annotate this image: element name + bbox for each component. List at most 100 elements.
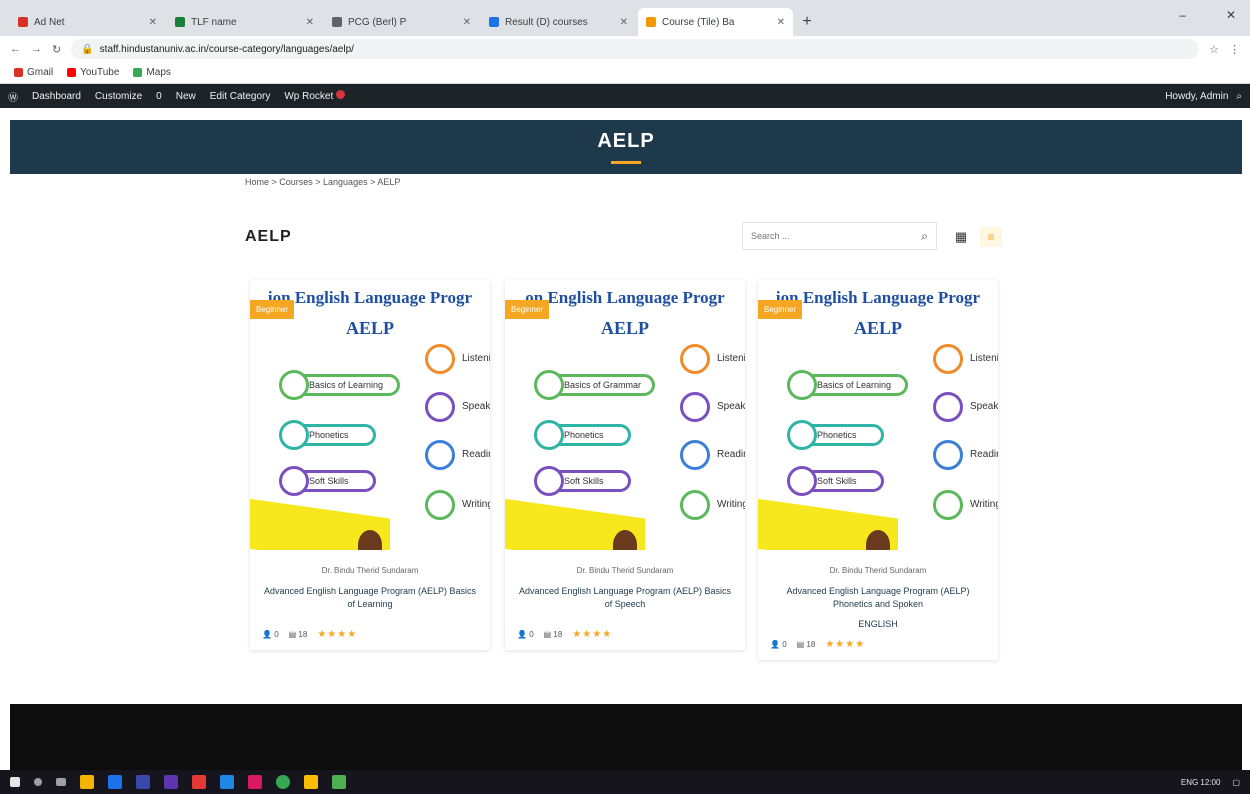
bookmark-label: Gmail — [27, 67, 54, 78]
module-icon — [534, 370, 564, 400]
tab-favicon-icon — [332, 17, 342, 27]
course-card[interactable]: on English Language Progr AELP Beginner … — [505, 280, 745, 650]
breadcrumb[interactable]: Home > Courses > Languages > AELP — [245, 177, 400, 187]
search-taskbar-icon[interactable] — [34, 778, 42, 786]
bookmark-favicon-icon — [133, 68, 143, 77]
app-icon[interactable] — [332, 775, 346, 789]
module-pill: Basics of Grammar — [534, 370, 655, 400]
course-thumbnail[interactable]: ion English Language Progr AELP Beginner… — [758, 280, 998, 550]
back-icon[interactable]: ← — [10, 43, 21, 55]
tray-clock: ENG 12:00 — [1180, 777, 1221, 787]
module-pill: Phonetics — [534, 420, 631, 450]
students-count: 👤 0 — [770, 640, 787, 649]
system-tray[interactable]: ENG 12:00 ▢ — [1181, 778, 1240, 787]
tab-close-icon[interactable]: ✕ — [777, 17, 785, 28]
search-icon[interactable]: ⌕ — [921, 229, 928, 244]
admin-bar-item[interactable]: Dashboard — [32, 91, 81, 102]
star-icon[interactable]: ☆ — [1209, 43, 1219, 56]
admin-bar-item[interactable]: 0 — [156, 91, 162, 102]
module-pill: Phonetics — [787, 420, 884, 450]
admin-bar-item[interactable]: Wp Rocket — [284, 90, 346, 102]
address-bar: ← → ↻ 🔒 staff.hindustanuniv.ac.in/course… — [0, 36, 1250, 62]
module-icon — [787, 466, 817, 496]
writing-icon: Writing — [425, 490, 490, 520]
extensions-icon[interactable]: ⋮ — [1229, 43, 1240, 56]
notification-icon[interactable]: ▢ — [1232, 778, 1240, 787]
close-window-icon[interactable]: ✕ — [1226, 8, 1236, 22]
search-icon[interactable]: ⌕ — [1236, 91, 1242, 102]
search-input[interactable] — [751, 231, 922, 241]
tab-close-icon[interactable]: ✕ — [620, 17, 628, 28]
admin-bar-item[interactable]: New — [176, 91, 196, 102]
bookmark-item[interactable]: YouTube — [67, 67, 119, 78]
file-explorer-icon[interactable] — [80, 775, 94, 789]
minimize-icon[interactable]: – — [1179, 8, 1186, 22]
app-icon[interactable] — [248, 775, 262, 789]
list-view-icon[interactable]: ≡ — [980, 227, 1002, 247]
title-underline — [611, 161, 641, 164]
forward-icon[interactable]: → — [31, 43, 42, 55]
wp-admin-bar: Ⓦ Dashboard Customize 0 New Edit Categor… — [0, 84, 1250, 108]
bookmark-item[interactable]: Maps — [133, 67, 171, 78]
course-meta: 👤 0 ▤ 18 ★★★★ — [262, 629, 478, 640]
level-badge: Beginner — [758, 300, 803, 319]
browser-tab[interactable]: PCG (Berl) P ✕ — [324, 8, 479, 36]
url-field[interactable]: 🔒 staff.hindustanuniv.ac.in/course-categ… — [71, 39, 1200, 59]
window-controls: – ✕ — [1179, 8, 1236, 22]
writing-icon: Writing — [933, 490, 998, 520]
url-text: staff.hindustanuniv.ac.in/course-categor… — [99, 43, 354, 55]
browser-tab[interactable]: Result (D) courses ✕ — [481, 8, 636, 36]
tab-label: PCG (Berl) P — [348, 16, 407, 28]
course-meta: 👤 0 ▤ 18 ★★★★ — [770, 639, 986, 650]
tab-favicon-icon — [18, 17, 28, 27]
app-icon[interactable] — [304, 775, 318, 789]
admin-bar-account[interactable]: Howdy, Admin ⌕ — [1165, 91, 1242, 102]
app-icon[interactable] — [136, 775, 150, 789]
lessons-count: ▤ 18 — [796, 640, 816, 649]
module-icon — [534, 466, 564, 496]
rating-stars: ★★★★ — [825, 639, 866, 650]
module-icon — [534, 420, 564, 450]
students-count: 👤 0 — [517, 630, 534, 639]
admin-bar-item[interactable]: Edit Category — [210, 91, 271, 102]
admin-bar-item[interactable]: Customize — [95, 91, 142, 102]
course-thumbnail[interactable]: ion English Language Progr AELP Beginner… — [250, 280, 490, 550]
instructor-name[interactable]: Dr. Bindu Therid Sundaram — [517, 566, 733, 575]
course-title[interactable]: Advanced English Language Program (AELP)… — [770, 585, 986, 611]
edge-icon[interactable] — [108, 775, 122, 789]
level-badge: Beginner — [250, 300, 295, 319]
app-icon[interactable] — [164, 775, 178, 789]
browser-tab-active[interactable]: Course (Tile) Ba ✕ — [638, 8, 793, 36]
course-card[interactable]: ion English Language Progr AELP Beginner… — [758, 280, 998, 660]
new-tab-button[interactable]: + — [795, 8, 819, 36]
tab-close-icon[interactable]: ✕ — [149, 17, 157, 28]
course-card[interactable]: ion English Language Progr AELP Beginner… — [250, 280, 490, 650]
course-card-body: Dr. Bindu Therid Sundaram Advanced Engli… — [250, 550, 490, 650]
module-icon — [279, 466, 309, 496]
course-title[interactable]: Advanced English Language Program (AELP)… — [262, 585, 478, 611]
start-icon[interactable] — [10, 777, 20, 787]
speaking-icon: Speaking — [933, 392, 998, 422]
task-view-icon[interactable] — [56, 778, 66, 786]
instructor-name[interactable]: Dr. Bindu Therid Sundaram — [262, 566, 478, 575]
site-header: AELP — [10, 120, 1242, 174]
chrome-icon[interactable] — [276, 775, 290, 789]
instructor-name[interactable]: Dr. Bindu Therid Sundaram — [770, 566, 986, 575]
course-title[interactable]: Advanced English Language Program (AELP)… — [517, 585, 733, 611]
reload-icon[interactable]: ↻ — [52, 43, 61, 56]
bookmark-item[interactable]: Gmail — [14, 67, 53, 78]
course-thumbnail[interactable]: on English Language Progr AELP Beginner … — [505, 280, 745, 550]
tab-close-icon[interactable]: ✕ — [306, 17, 314, 28]
app-icon[interactable] — [192, 775, 206, 789]
bookmark-label: YouTube — [80, 67, 120, 78]
course-search: ⌕ — [742, 222, 937, 250]
notification-dot-icon — [336, 90, 346, 99]
wordpress-logo-icon[interactable]: Ⓦ — [8, 89, 18, 104]
module-pill: Soft Skills — [279, 466, 376, 496]
browser-tab[interactable]: TLF name ✕ — [167, 8, 322, 36]
app-icon[interactable] — [220, 775, 234, 789]
grid-view-icon[interactable]: ▦ — [952, 228, 970, 246]
browser-tab[interactable]: Ad Net ✕ — [10, 8, 165, 36]
tab-close-icon[interactable]: ✕ — [463, 17, 471, 28]
tab-favicon-icon — [175, 17, 185, 27]
